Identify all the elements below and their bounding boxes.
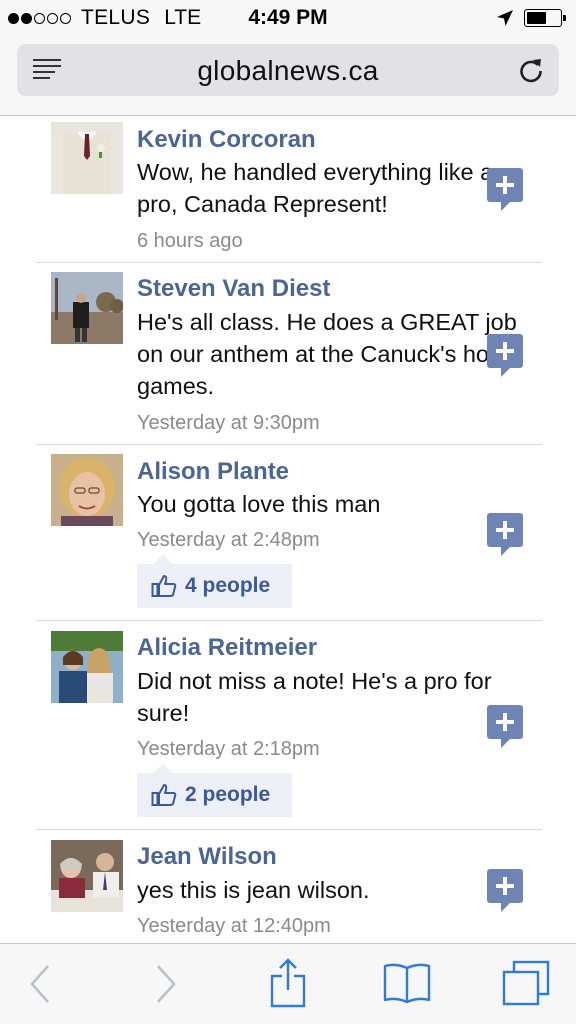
- comment-time: Yesterday at 2:18pm: [137, 738, 320, 760]
- status-right: [496, 9, 566, 27]
- likes-box[interactable]: 2 people: [137, 763, 292, 817]
- reply-plus-icon[interactable]: [487, 705, 523, 749]
- comment-text: You gotta love this man: [137, 491, 381, 517]
- browser-toolbar: [0, 943, 576, 1024]
- reload-icon[interactable]: [517, 56, 545, 84]
- comment-time: Yesterday at 9:30pm: [137, 412, 320, 434]
- likes-count[interactable]: 2 people: [185, 783, 270, 807]
- comment-text: yes this is jean wilson.: [137, 877, 370, 903]
- comment-text: Did not miss a note! He's a pro for sure…: [137, 668, 492, 726]
- chevron-left-icon[interactable]: [26, 962, 54, 1006]
- commenter-name[interactable]: Alison Plante: [137, 458, 289, 486]
- comment-divider: [36, 829, 542, 830]
- status-time: 4:49 PM: [248, 6, 328, 29]
- avatar[interactable]: [51, 272, 123, 344]
- url-text[interactable]: globalnews.ca: [17, 55, 559, 87]
- comment-divider: [36, 444, 542, 445]
- comment-divider: [36, 262, 542, 263]
- battery-icon: [524, 9, 566, 27]
- likes-box[interactable]: 4 people: [137, 554, 292, 608]
- location-arrow-icon: [497, 10, 513, 26]
- thumbs-up-icon: [151, 784, 177, 806]
- comment-time: Yesterday at 12:40pm: [137, 915, 331, 937]
- comment-text: He's all class. He does a GREAT job on o…: [137, 309, 522, 399]
- avatar[interactable]: [51, 454, 123, 526]
- comment-time: 6 hours ago: [137, 230, 243, 252]
- avatar[interactable]: [51, 122, 123, 194]
- commenter-name[interactable]: Steven Van Diest: [137, 275, 330, 303]
- commenter-name[interactable]: Jean Wilson: [137, 843, 277, 871]
- comment-time: Yesterday at 2:48pm: [137, 529, 320, 551]
- reply-plus-icon[interactable]: [487, 334, 523, 378]
- comment-text: Wow, he handled everything like a pro, C…: [137, 159, 494, 217]
- book-icon[interactable]: [382, 962, 432, 1004]
- address-bar[interactable]: globalnews.ca: [17, 44, 559, 96]
- chevron-right-icon[interactable]: [152, 962, 180, 1006]
- likes-count[interactable]: 4 people: [185, 574, 270, 598]
- status-bar: TELUS LTE 4:49 PM: [0, 0, 576, 38]
- avatar[interactable]: [51, 631, 123, 703]
- reply-plus-icon[interactable]: [487, 513, 523, 557]
- reply-plus-icon[interactable]: [487, 168, 523, 212]
- reply-plus-icon[interactable]: [487, 869, 523, 913]
- commenter-name[interactable]: Kevin Corcoran: [137, 126, 316, 154]
- browser-address-bar-area: globalnews.ca: [0, 38, 576, 116]
- thumbs-up-icon: [151, 575, 177, 597]
- commenter-name[interactable]: Alicia Reitmeier: [137, 634, 317, 662]
- avatar[interactable]: [51, 840, 123, 912]
- share-icon[interactable]: [270, 958, 306, 1008]
- comment-divider: [36, 620, 542, 621]
- tabs-icon[interactable]: [502, 960, 550, 1006]
